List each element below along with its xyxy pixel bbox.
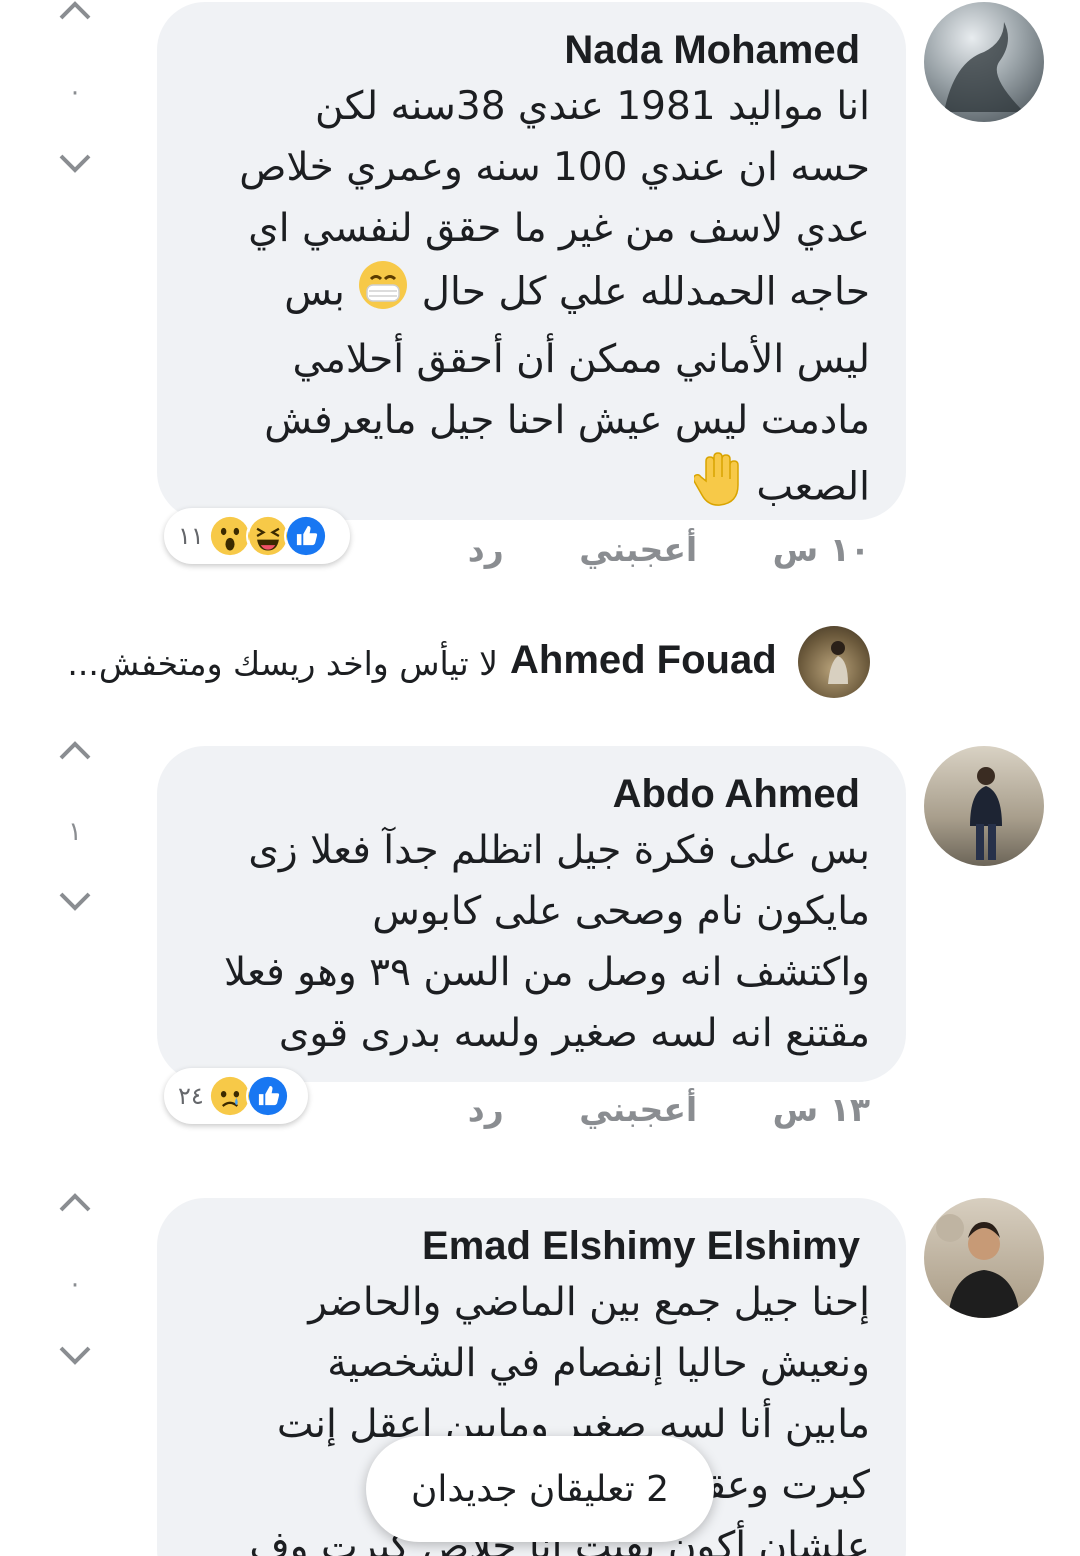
vote-column: ·: [50, 0, 100, 174]
raised-hand-emoji-icon: [692, 451, 744, 527]
comment-text: انا مواليد 1981 عندي 38سنه لكن حسه ان عن…: [193, 76, 870, 527]
comment-actions: ١٣ س أعجبني رد: [404, 1090, 870, 1129]
reply-link[interactable]: رد: [468, 530, 504, 569]
comment-text: بس على فكرة جيل اتظلم جدآ فعلا زى مايكون…: [193, 820, 870, 1064]
downvote-icon[interactable]: [55, 150, 95, 174]
comment-actions: ١٠ س أعجبني رد: [404, 530, 870, 569]
comment-line: حاجه الحمدلله علي كل حال بس: [193, 259, 870, 329]
comment-line: انا مواليد 1981 عندي 38سنه لكن: [315, 84, 870, 129]
comment-author[interactable]: Abdo Ahmed: [193, 768, 870, 820]
comment-time: ١٠ س: [772, 530, 870, 569]
mask-emoji-icon: [357, 259, 409, 329]
comment-line-part: بس: [284, 269, 345, 315]
comment-line: واكتشف انه وصل من السن ٣٩ وهو فعلا: [224, 950, 870, 995]
reply-link[interactable]: رد: [468, 1090, 504, 1129]
comment-line: عدي لاسف من غير ما حقق لنفسي اي: [248, 206, 870, 251]
upvote-icon[interactable]: [55, 0, 95, 24]
comment-bubble[interactable]: Abdo Ahmed بس على فكرة جيل اتظلم جدآ فعل…: [157, 746, 906, 1082]
vote-count: ·: [70, 1271, 80, 1301]
comment-line: حسه ان عندي 100 سنه وعمري خلاص: [239, 145, 870, 190]
comment-time: ١٣ س: [772, 1090, 870, 1129]
comment-author[interactable]: Emad Elshimy Elshimy: [193, 1220, 870, 1272]
upvote-icon[interactable]: [55, 740, 95, 764]
avatar[interactable]: [924, 2, 1044, 122]
new-comments-label: 2 تعليقان جديدان: [410, 1468, 670, 1510]
reaction-count: ١١: [178, 522, 204, 550]
avatar[interactable]: [924, 1198, 1044, 1318]
reactions-summary[interactable]: ٢٤: [164, 1068, 308, 1124]
downvote-icon[interactable]: [55, 888, 95, 912]
comment-line: ليس الأماني ممكن أن أحقق أحلامي: [292, 337, 870, 382]
avatar[interactable]: [924, 746, 1044, 866]
comment-line: إحنا جيل جمع بين الماضي والحاضر: [308, 1280, 870, 1325]
downvote-icon[interactable]: [55, 1342, 95, 1366]
like-link[interactable]: أعجبني: [579, 530, 697, 569]
vote-column: ١: [50, 740, 100, 912]
like-reaction-icon: [283, 514, 328, 558]
vote-count: ١: [68, 817, 82, 847]
vote-count: ·: [70, 79, 80, 109]
new-comments-toast[interactable]: 2 تعليقان جديدان: [366, 1436, 714, 1542]
reply-preview[interactable]: Ahmed Fouad لا تيأس واخد ريسك ومتخفش...: [0, 620, 1080, 710]
comment-line: مايكون نام وصحى على كابوس: [372, 889, 870, 934]
comment-line-part: حاجه الحمدلله علي كل حال: [421, 269, 870, 315]
reactions-summary[interactable]: ١١: [164, 508, 350, 564]
reply-author[interactable]: Ahmed Fouad: [510, 638, 777, 683]
comment-line: بس على فكرة جيل اتظلم جدآ فعلا زى: [248, 828, 870, 873]
vote-column: ·: [50, 1192, 100, 1366]
comment-line-part: الصعب: [756, 464, 870, 510]
comment-author[interactable]: Nada Mohamed: [193, 24, 870, 76]
avatar[interactable]: [798, 626, 870, 698]
comment-line: مقتنع انه لسه صغير ولسه بدرى قوى: [278, 1011, 870, 1056]
like-link[interactable]: أعجبني: [579, 1090, 697, 1129]
reaction-count: ٢٤: [178, 1082, 204, 1110]
comment-bubble[interactable]: Nada Mohamed انا مواليد 1981 عندي 38سنه …: [157, 2, 906, 520]
like-reaction-icon: [245, 1074, 290, 1118]
reply-text: لا تيأس واخد ريسك ومتخفش...: [67, 644, 498, 683]
comment-line: مادمت ليس عيش احنا جيل مايعرفش: [264, 398, 870, 443]
upvote-icon[interactable]: [55, 1192, 95, 1216]
comment-line: ونعيش حاليا إنفصام في الشخصية: [327, 1341, 870, 1386]
